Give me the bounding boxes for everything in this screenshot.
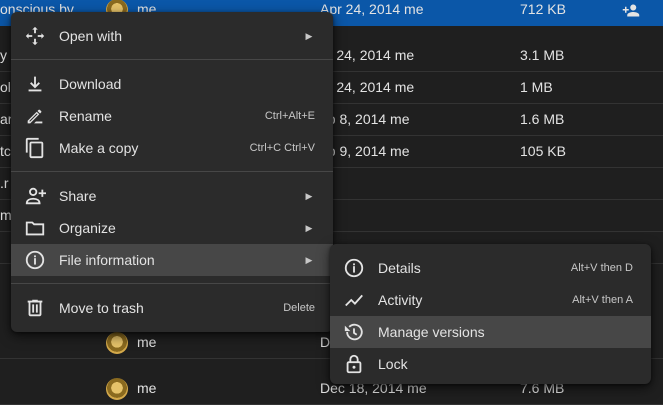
menu-item-move-to-trash[interactable]: Move to trash Delete	[11, 292, 333, 324]
chevron-right-icon: ▶	[305, 222, 313, 233]
menu-item-open-with[interactable]: Open with ▶	[11, 20, 333, 52]
menu-item-label: Details	[378, 260, 421, 276]
lock-icon	[342, 352, 366, 376]
person-add-icon[interactable]	[622, 0, 644, 26]
keyboard-shortcut: Ctrl+Alt+E	[264, 110, 315, 122]
owner-label: me	[137, 380, 157, 396]
file-size: 712 KB	[520, 1, 566, 17]
menu-item-label: Lock	[378, 356, 408, 372]
avatar	[106, 378, 128, 400]
menu-item-rename[interactable]: Rename Ctrl+Alt+E	[11, 100, 333, 132]
menu-divider	[11, 171, 333, 172]
keyboard-shortcut: Alt+V then D	[570, 262, 633, 274]
menu-item-lock[interactable]: Lock	[330, 348, 651, 380]
menu-item-label: Download	[59, 76, 122, 92]
file-size: 1 MB	[520, 79, 553, 95]
folder-icon	[23, 216, 47, 240]
chevron-right-icon: ▶	[305, 190, 313, 201]
pencil-icon	[23, 104, 47, 128]
history-icon	[342, 320, 366, 344]
download-icon	[23, 72, 47, 96]
context-menu: Open with ▶ Download Rename Ctrl+Alt+E M…	[11, 12, 333, 332]
keyboard-shortcut: Delete	[283, 302, 315, 314]
menu-item-label: File information	[59, 252, 155, 268]
menu-item-share[interactable]: Share ▶	[11, 180, 333, 212]
menu-item-label: Manage versions	[378, 324, 485, 340]
info-icon	[342, 256, 366, 280]
person-add-icon	[23, 184, 47, 208]
menu-item-details[interactable]: Details Alt+V then D	[330, 252, 651, 284]
menu-item-make-a-copy[interactable]: Make a copy Ctrl+C Ctrl+V	[11, 132, 333, 164]
file-information-submenu: Details Alt+V then D Activity Alt+V then…	[330, 244, 651, 384]
modified-date: pr 24, 2014 me	[320, 47, 415, 63]
file-size: 105 KB	[520, 143, 566, 159]
modified-date: pr 24, 2014 me	[320, 79, 415, 95]
keyboard-shortcut: Alt+V then A	[572, 294, 633, 306]
menu-item-label: Make a copy	[59, 140, 139, 156]
chevron-right-icon: ▶	[305, 30, 313, 41]
file-size: 1.6 MB	[520, 111, 565, 127]
modified-date: Apr 24, 2014 me	[320, 1, 424, 17]
menu-divider	[11, 283, 333, 284]
copy-icon	[23, 136, 47, 160]
chevron-right-icon: ▶	[305, 254, 313, 265]
menu-item-label: Open with	[59, 28, 123, 44]
avatar	[106, 332, 128, 354]
modified-date: ep 9, 2014 me	[320, 143, 410, 159]
menu-item-manage-versions[interactable]: Manage versions	[330, 316, 651, 348]
info-icon	[23, 248, 47, 272]
menu-item-file-information[interactable]: File information ▶	[11, 244, 333, 276]
modified-date: ep 8, 2014 me	[320, 111, 410, 127]
activity-icon	[342, 288, 366, 312]
menu-item-label: Activity	[378, 292, 423, 308]
menu-item-label: Organize	[59, 220, 116, 236]
keyboard-shortcut: Ctrl+C Ctrl+V	[249, 142, 315, 154]
menu-divider	[11, 59, 333, 60]
menu-item-label: Rename	[59, 108, 112, 124]
trash-icon	[23, 296, 47, 320]
move-arrows-icon	[23, 24, 47, 48]
menu-item-label: Share	[59, 188, 97, 204]
file-size: 3.1 MB	[520, 47, 565, 63]
menu-item-activity[interactable]: Activity Alt+V then A	[330, 284, 651, 316]
menu-item-label: Move to trash	[59, 300, 144, 316]
menu-item-organize[interactable]: Organize ▶	[11, 212, 333, 244]
menu-item-download[interactable]: Download	[11, 68, 333, 100]
